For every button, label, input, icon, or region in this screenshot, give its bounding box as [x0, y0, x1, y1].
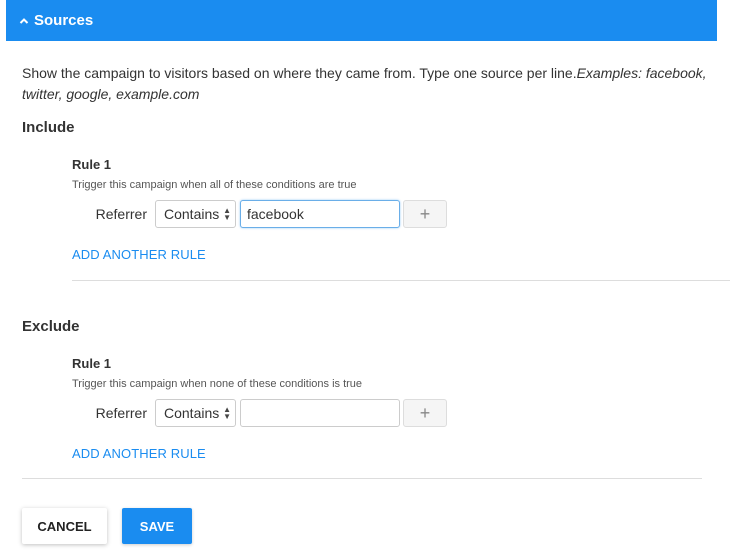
panel-title: Sources	[34, 12, 94, 29]
include-rule-title: Rule 1	[72, 157, 112, 172]
exclude-field-label: Referrer	[95, 405, 147, 421]
include-operator-value: Contains	[164, 206, 220, 222]
include-operator-select[interactable]: Contains ▲ ▼	[155, 200, 236, 228]
exclude-add-rule-link[interactable]: ADD ANOTHER RULE	[72, 446, 206, 461]
exclude-divider	[22, 478, 702, 479]
include-title: Include	[22, 119, 75, 136]
include-field-label: Referrer	[95, 206, 147, 222]
chevron-up-icon	[18, 15, 30, 27]
include-add-rule-link[interactable]: ADD ANOTHER RULE	[72, 247, 206, 262]
exclude-value-input[interactable]	[240, 399, 400, 427]
include-add-condition-button[interactable]: +	[403, 200, 447, 228]
save-button[interactable]: SAVE	[122, 508, 192, 544]
include-divider	[72, 280, 730, 281]
sources-description: Show the campaign to visitors based on w…	[22, 63, 712, 105]
exclude-condition-row: Referrer Contains ▲ ▼ +	[72, 398, 447, 428]
select-arrows-icon: ▲ ▼	[223, 405, 231, 421]
exclude-title: Exclude	[22, 318, 80, 335]
sources-panel-header[interactable]: Sources	[6, 0, 717, 41]
select-arrows-icon: ▲ ▼	[223, 206, 231, 222]
description-text: Show the campaign to visitors based on w…	[22, 65, 577, 81]
exclude-add-condition-button[interactable]: +	[403, 399, 447, 427]
include-condition-row: Referrer Contains ▲▼ +	[72, 199, 447, 229]
exclude-operator-value: Contains	[164, 405, 220, 421]
exclude-rule-title: Rule 1	[72, 356, 112, 371]
exclude-rule-subtitle: Trigger this campaign when none of these…	[72, 378, 363, 390]
include-value-input[interactable]	[240, 200, 400, 228]
exclude-operator-select[interactable]: Contains ▲ ▼	[155, 399, 236, 427]
cancel-button[interactable]: CANCEL	[22, 508, 107, 544]
include-rule-subtitle: Trigger this campaign when all of these …	[72, 179, 357, 191]
